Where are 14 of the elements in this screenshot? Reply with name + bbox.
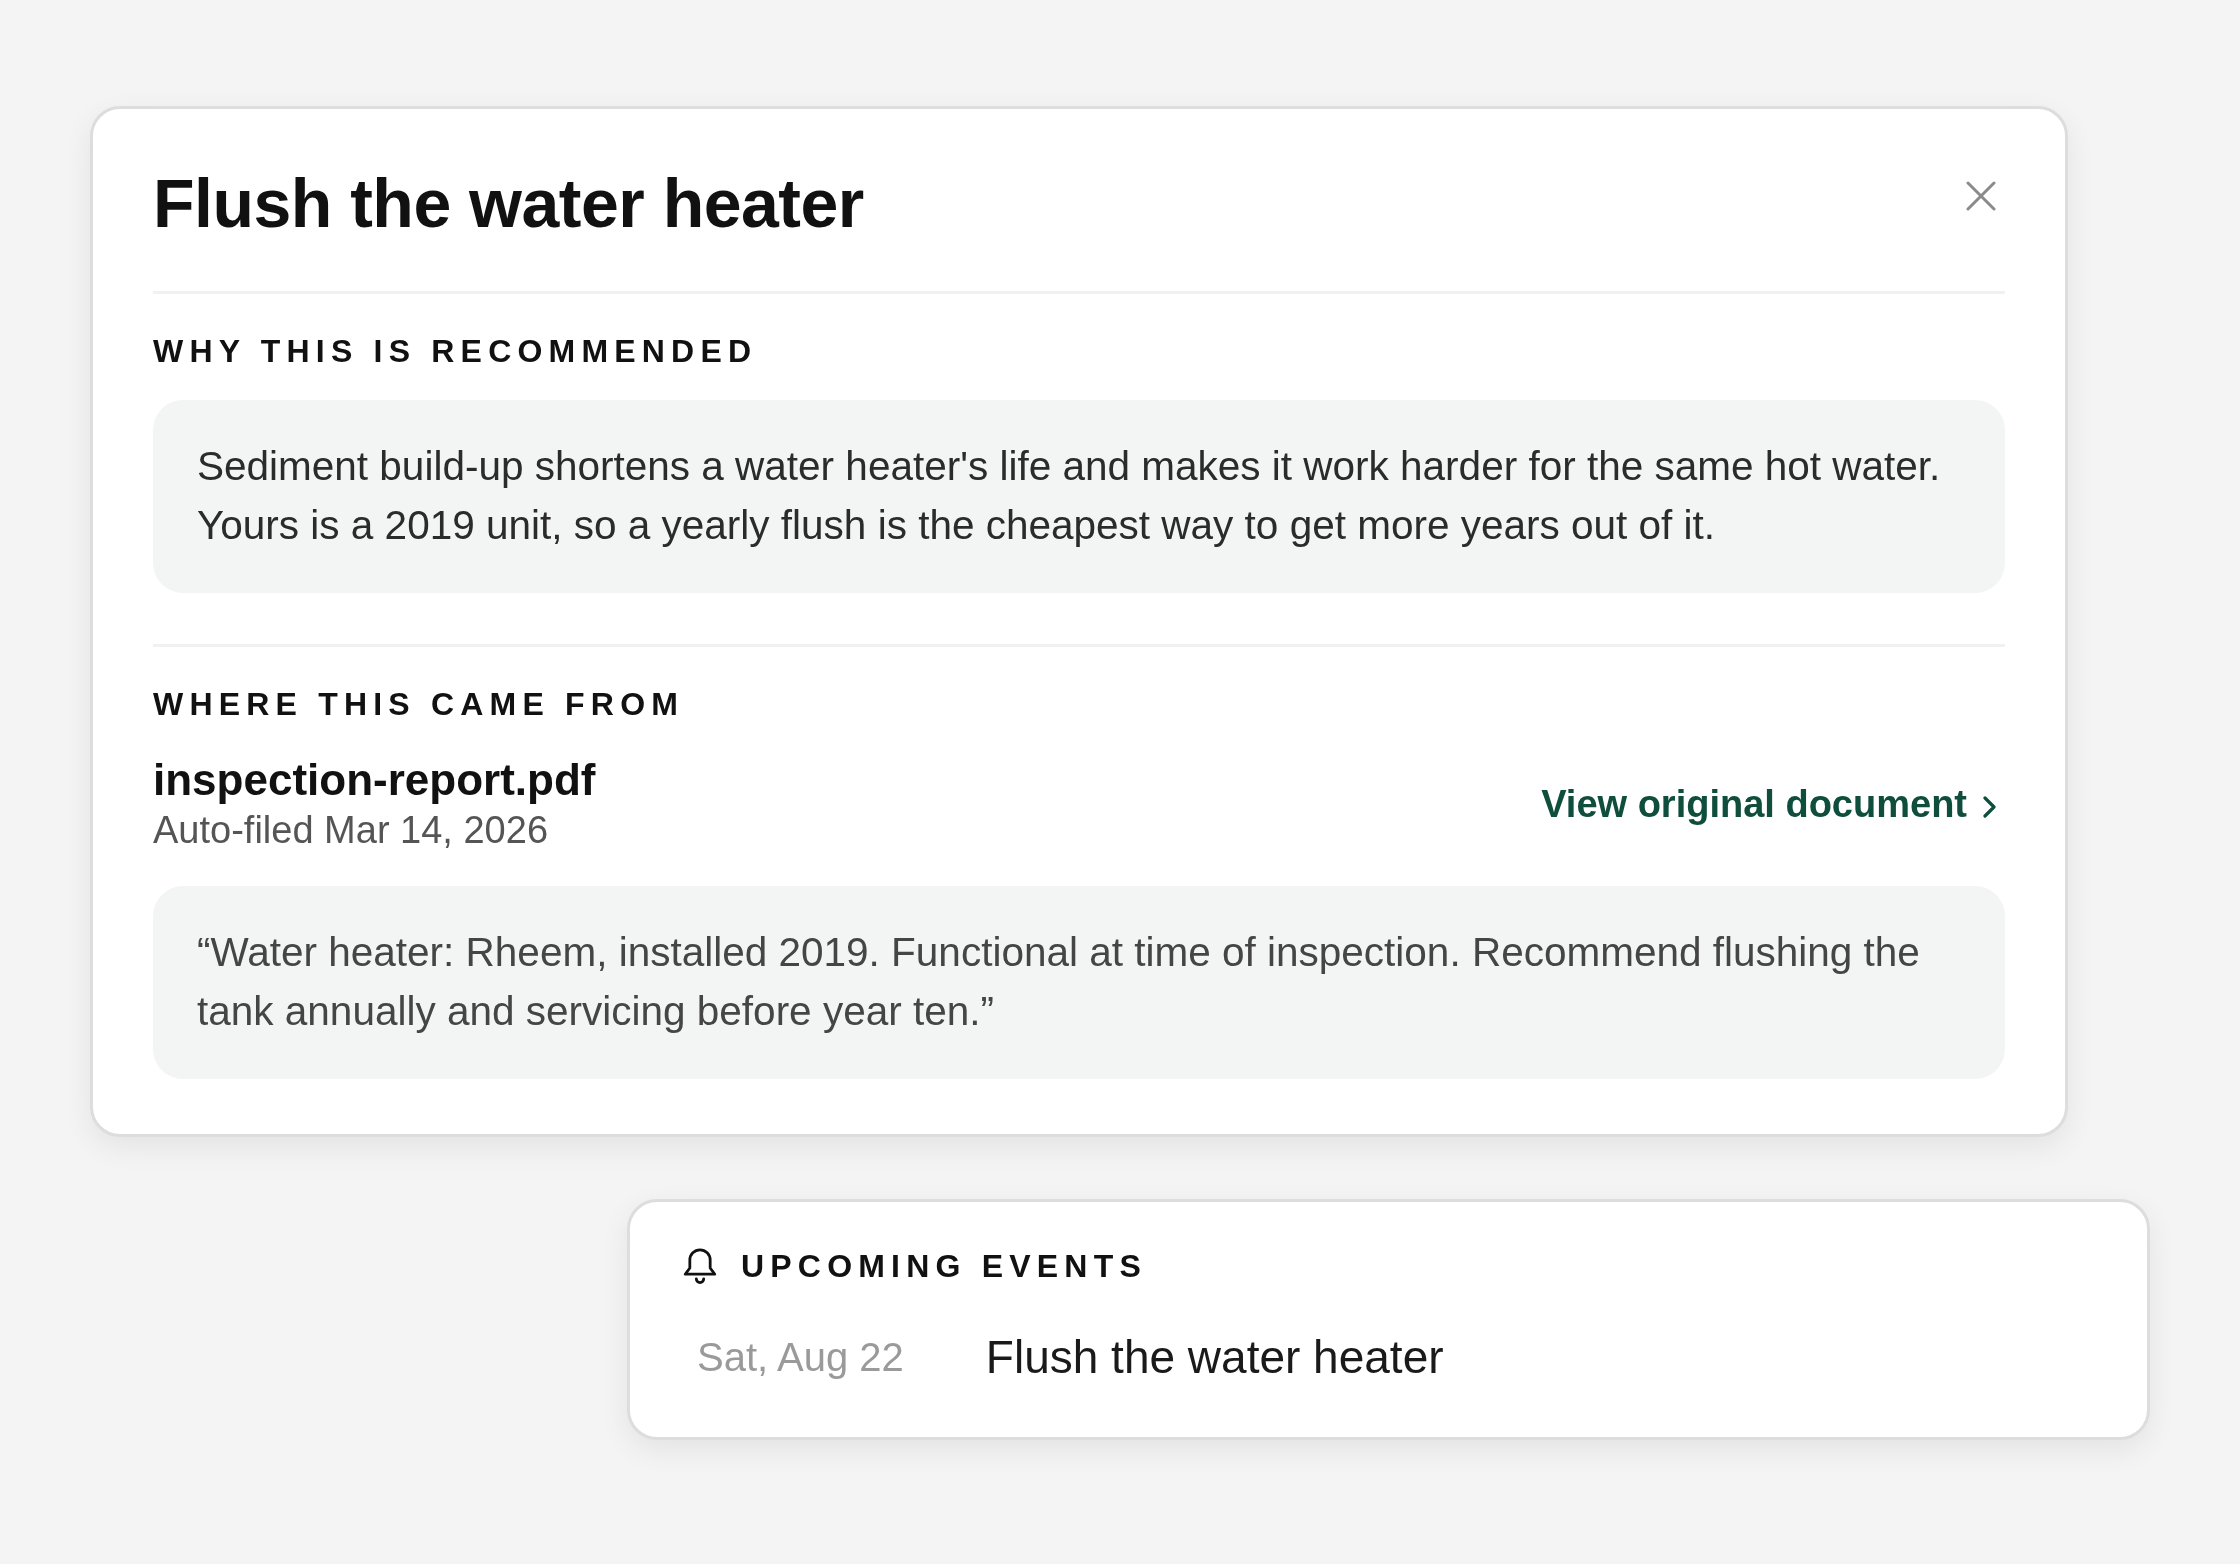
panel-title: Flush the water heater <box>153 164 864 243</box>
source-quote: “Water heater: Rheem, installed 2019. Functional at time of inspection. Recommend flushing the tank annually and servicing before year ten.” <box>153 886 2005 1079</box>
event-date: Sat, Aug 22 <box>697 1334 904 1381</box>
filed-date: Auto-filed Mar 14, 2026 <box>153 808 548 853</box>
chevron-icon <box>1983 795 1996 818</box>
section-heading: WHERE THIS CAME FROM <box>153 685 685 723</box>
event-title: Flush the water heater <box>985 1330 1444 1385</box>
close-icon <box>1966 181 1996 211</box>
view-document-link[interactable]: View original document <box>1541 775 1996 833</box>
recommendation-note: Sediment build-up shortens a water heater's life and makes it work harder for the same hot water. Yours is a 2019 unit, so a yearly flush is the cheapest way to get more years out of it. <box>153 400 2005 593</box>
events-heading: UPCOMING EVENTS <box>741 1247 1147 1285</box>
file-name: inspection-report.pdf <box>153 754 596 806</box>
section-heading: WHY THIS IS RECOMMENDED <box>153 332 758 370</box>
bell-icon <box>683 1247 717 1285</box>
